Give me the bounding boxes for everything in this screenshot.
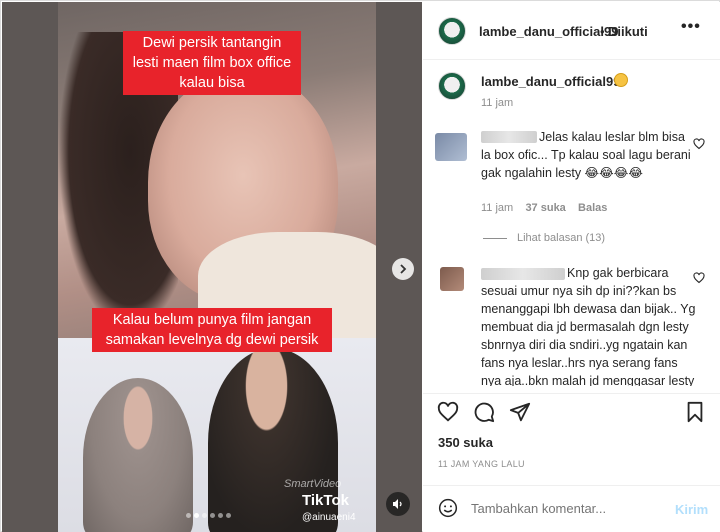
header-separator: •	[600, 24, 605, 39]
tiktok-handle: @ainuaeni4	[302, 512, 356, 523]
video-figure-left	[83, 378, 193, 532]
commenter-avatar[interactable]	[435, 133, 467, 161]
reply-button[interactable]: Balas	[578, 202, 607, 214]
post-timestamp[interactable]: 11 JAM YANG LALU	[438, 459, 525, 469]
carousel-dot-active	[194, 513, 199, 518]
like-count[interactable]: 350 suka	[438, 435, 493, 450]
comment-icon[interactable]	[473, 401, 495, 423]
bookmark-icon[interactable]	[684, 401, 706, 423]
view-replies-button[interactable]: Lihat balasan (13)	[483, 232, 605, 244]
emoji-smile-icon[interactable]	[438, 498, 458, 518]
caption-avatar[interactable]	[438, 72, 466, 100]
comment-likes[interactable]: 37 suka	[525, 202, 565, 214]
carousel-dot	[218, 513, 223, 518]
chevron-right-icon	[400, 264, 407, 274]
carousel-dot	[210, 513, 215, 518]
video-caption-bottom: Kalau belum punya film jangan samakan le…	[92, 308, 332, 352]
video-caption-top: Dewi persik tantangin lesti maen film bo…	[123, 31, 301, 95]
comment-meta: 11 jam 37 suka Balas	[481, 202, 607, 214]
post-actions	[423, 393, 720, 429]
author-username[interactable]: lambe_danu_official99	[479, 24, 618, 39]
carousel-dot	[186, 513, 191, 518]
post-header: lambe_danu_official99 • Diikuti •••	[423, 2, 720, 60]
more-options-button[interactable]: •••	[681, 18, 701, 36]
add-comment-bar: Kirim	[423, 485, 720, 532]
carousel-dot	[226, 513, 231, 518]
caption-username[interactable]: lambe_danu_official99	[481, 74, 620, 89]
caption-time[interactable]: 11 jam	[481, 97, 513, 109]
replies-divider	[483, 237, 507, 239]
comment-like-icon[interactable]	[693, 272, 705, 284]
commenter-avatar[interactable]	[440, 267, 464, 291]
post-media[interactable]: Dewi persik tantangin lesti maen film bo…	[2, 2, 422, 532]
heart-icon[interactable]	[437, 401, 459, 423]
media-letterbox-left	[2, 2, 58, 532]
speaker-icon	[393, 499, 402, 509]
next-media-button[interactable]	[392, 258, 414, 280]
comment-like-icon[interactable]	[693, 138, 705, 150]
tiktok-logo: TikTok	[302, 492, 349, 509]
post-dialog: Dewi persik tantangin lesti maen film bo…	[0, 0, 720, 532]
share-icon[interactable]	[509, 401, 531, 423]
mute-button[interactable]	[386, 492, 410, 516]
send-comment-button[interactable]: Kirim	[675, 502, 708, 517]
carousel-dots	[186, 513, 231, 518]
carousel-dot	[202, 513, 207, 518]
comment-input[interactable]	[471, 501, 651, 516]
video-watermark: SmartVideo	[284, 478, 342, 490]
author-avatar[interactable]	[438, 17, 466, 45]
following-button[interactable]: Diikuti	[608, 24, 648, 39]
laughing-emoji-icon	[614, 73, 628, 87]
post-sidebar: lambe_danu_official99 • Diikuti ••• lamb…	[423, 2, 720, 532]
comment-text: Knp gak berbicara sesuai umur nya sih dp…	[481, 266, 696, 386]
comment-time[interactable]: 11 jam	[481, 202, 513, 214]
comment-text: Jelas kalau leslar blm bisa la box ofic.…	[481, 130, 691, 180]
view-replies-label: Lihat balasan (13)	[517, 232, 606, 244]
